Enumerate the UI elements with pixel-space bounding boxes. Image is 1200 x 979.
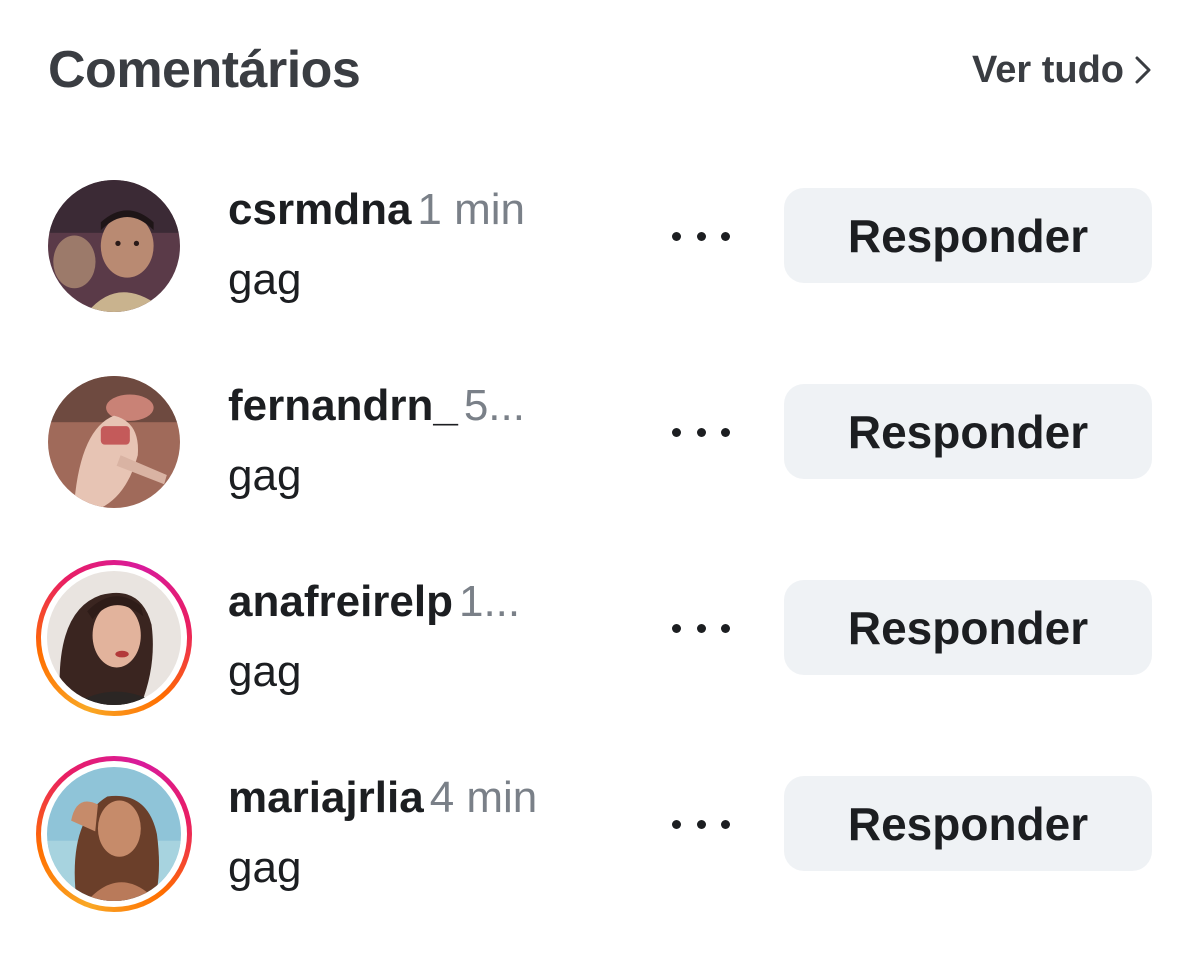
chevron-right-icon [1134, 55, 1152, 85]
comment-meta: fernandrn_ 5... gag [228, 378, 608, 504]
comment-row: anafreirelp 1... gag Responder [0, 560, 1200, 722]
comment-meta: anafreirelp 1... gag [228, 574, 608, 700]
comment-text: gag [228, 843, 302, 892]
avatar [47, 571, 181, 705]
more-dots-icon[interactable] [672, 812, 730, 836]
comment-row: fernandrn_ 5... gag Responder [0, 376, 1200, 526]
comment-text: gag [228, 255, 302, 304]
reply-button[interactable]: Responder [784, 188, 1152, 283]
avatar[interactable] [48, 180, 180, 312]
comment-text: gag [228, 647, 302, 696]
comment-username[interactable]: mariajrlia [228, 773, 424, 822]
reply-button[interactable]: Responder [784, 776, 1152, 871]
avatar-story-ring[interactable] [36, 560, 192, 716]
see-all-label: Ver tudo [971, 48, 1124, 91]
reply-button[interactable]: Responder [784, 580, 1152, 675]
comment-text: gag [228, 451, 302, 500]
comment-time: 5... [463, 381, 525, 430]
comment-meta: mariajrlia 4 min gag [228, 770, 608, 896]
comment-meta: csrmdna 1 min gag [228, 182, 608, 308]
comment-row: csrmdna 1 min gag Responder [0, 180, 1200, 330]
comment-time: 1... [458, 577, 521, 626]
section-title: Comentários [48, 41, 361, 99]
avatar[interactable] [48, 376, 180, 508]
avatar [47, 767, 181, 901]
more-dots-icon[interactable] [672, 224, 730, 248]
comment-time: 4 min [429, 773, 538, 822]
comment-username[interactable]: anafreirelp [228, 577, 453, 626]
avatar-story-ring[interactable] [36, 756, 192, 912]
more-dots-icon[interactable] [672, 420, 730, 444]
comment-username[interactable]: csrmdna [228, 185, 411, 234]
comment-username[interactable]: fernandrn_ [228, 381, 458, 430]
reply-button[interactable]: Responder [784, 384, 1152, 479]
comment-row: mariajrlia 4 min gag Responder [0, 756, 1200, 918]
comments-header: Comentários Ver tudo [48, 30, 1152, 110]
comment-time: 1 min [417, 185, 526, 234]
see-all-link[interactable]: Ver tudo [972, 49, 1152, 92]
more-dots-icon[interactable] [672, 616, 730, 640]
